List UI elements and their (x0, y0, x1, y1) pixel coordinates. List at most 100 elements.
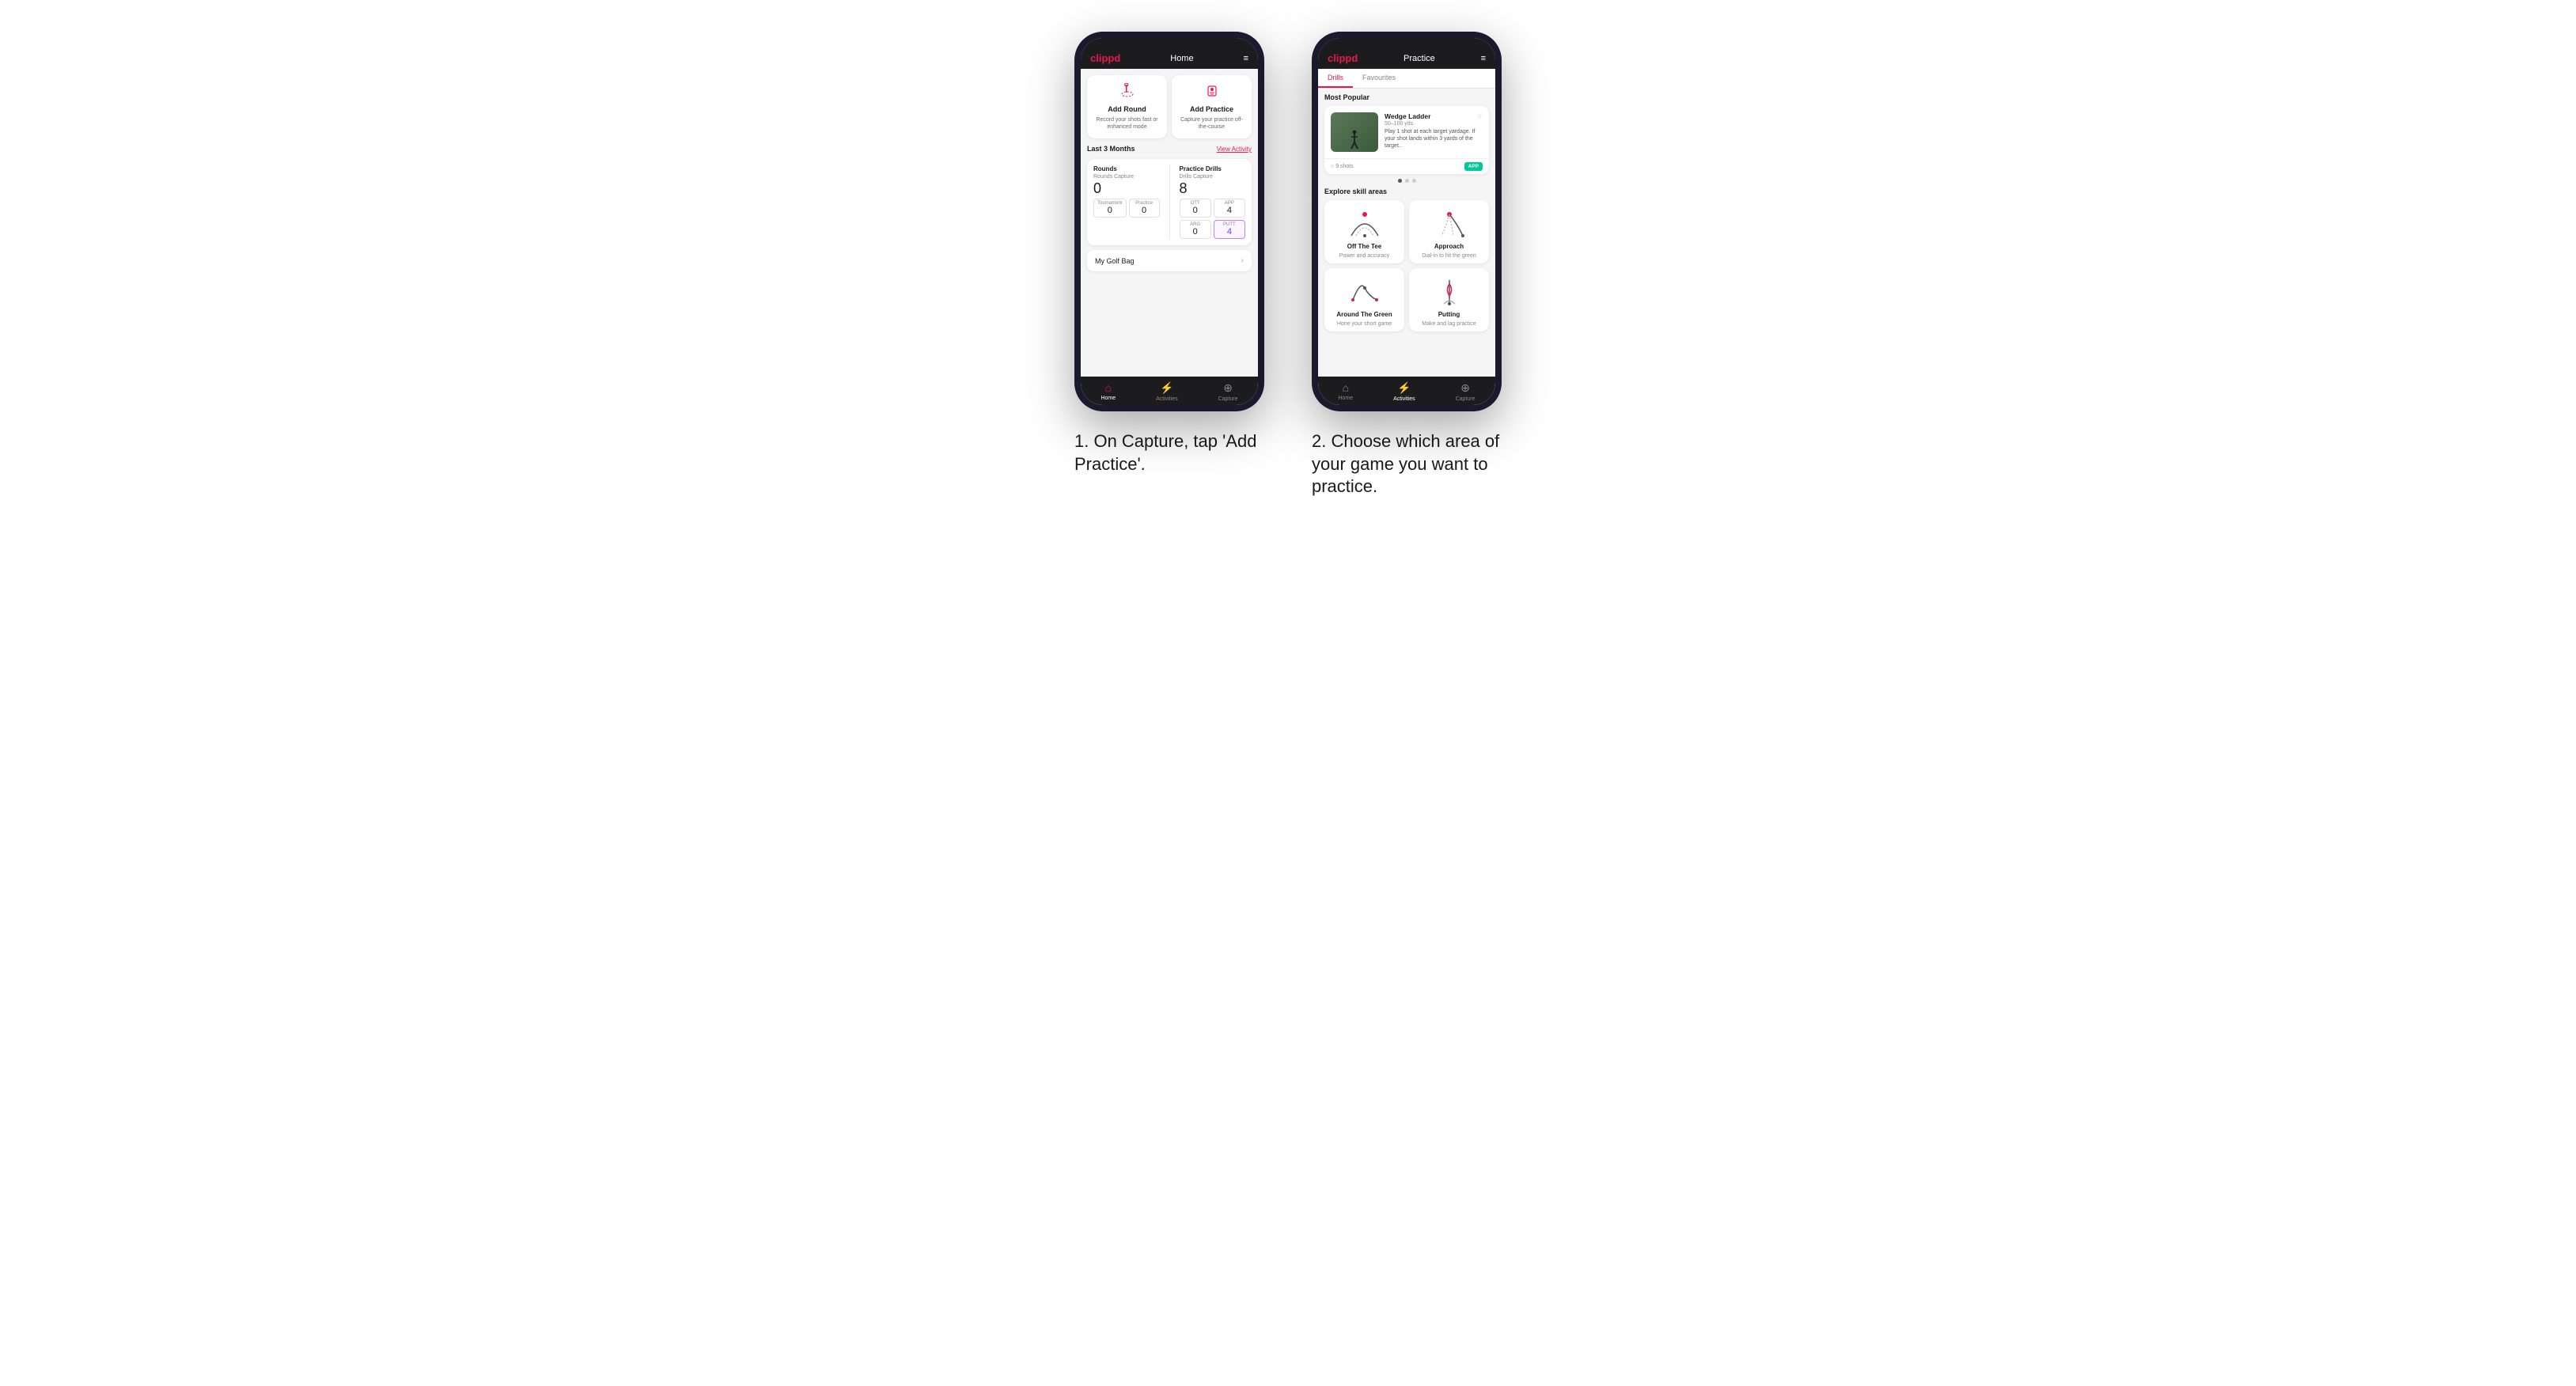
featured-title: Wedge Ladder (1385, 112, 1430, 120)
drills-capture-label: Drills Capture (1180, 174, 1246, 180)
nav-home-1[interactable]: ⌂ Home (1100, 381, 1116, 402)
add-round-icon (1119, 83, 1135, 102)
approach-icon-area (1430, 208, 1469, 240)
putting-subtitle: Make and lag practice (1422, 321, 1476, 327)
phone2-frame: clippd Practice ≡ Drills Favourites Most… (1312, 32, 1502, 411)
tab-favourites[interactable]: Favourites (1353, 69, 1405, 88)
capture-label-1: Capture (1218, 396, 1238, 402)
home-icon-2: ⌂ (1343, 381, 1349, 394)
featured-star-icon: ☆ (1476, 112, 1483, 121)
app-box: APP 4 (1214, 199, 1245, 218)
add-practice-icon (1204, 83, 1220, 102)
arg-box: ARG 0 (1180, 220, 1211, 239)
activities-label-2: Activities (1393, 396, 1415, 402)
golf-bag-label: My Golf Bag (1095, 257, 1135, 265)
practice-content: Most Popular (1318, 89, 1495, 377)
rounds-col: Rounds Rounds Capture 0 Tournament 0 (1093, 165, 1160, 239)
action-cards: Add Round Record your shots fast or enha… (1087, 75, 1252, 138)
ott-value: 0 (1184, 206, 1207, 215)
phone2-section: clippd Practice ≡ Drills Favourites Most… (1312, 32, 1502, 498)
explore-title: Explore skill areas (1324, 187, 1489, 195)
featured-title-row: Wedge Ladder ☆ (1385, 112, 1483, 121)
featured-desc: Play 1 shot at each target yardage. If y… (1385, 128, 1483, 150)
tournament-box: Tournament 0 (1093, 199, 1127, 218)
tab-drills[interactable]: Drills (1318, 69, 1353, 88)
featured-card[interactable]: Wedge Ladder ☆ 50–100 yds Play 1 shot at… (1324, 106, 1489, 174)
rounds-capture-label: Rounds Capture (1093, 174, 1160, 180)
activities-label-1: Activities (1156, 396, 1178, 402)
dot-3 (1412, 179, 1416, 183)
activities-icon-1: ⚡ (1160, 381, 1173, 395)
status-bar-1 (1081, 38, 1258, 47)
rounds-title: Rounds (1093, 165, 1160, 172)
featured-badge: APP (1464, 162, 1483, 171)
off-the-tee-icon-area (1345, 208, 1385, 240)
nav-activities-2[interactable]: ⚡ Activities (1393, 381, 1415, 402)
app-header-2: clippd Practice ≡ (1318, 47, 1495, 69)
add-practice-subtitle: Capture your practice off-the-course (1176, 116, 1247, 131)
view-activity-link[interactable]: View Activity (1217, 146, 1252, 153)
putt-box: PUTT 4 (1214, 220, 1245, 239)
practice-drills-col: Practice Drills Drills Capture 8 OTT 0 (1180, 165, 1246, 239)
skill-around-green[interactable]: Around The Green Hone your short game (1324, 268, 1404, 331)
dot-1 (1398, 179, 1402, 183)
skill-putting[interactable]: Putting Make and lag practice (1409, 268, 1489, 331)
skill-off-the-tee[interactable]: Off The Tee Power and accuracy (1324, 200, 1404, 263)
app-logo-1: clippd (1090, 52, 1120, 64)
bottom-nav-1: ⌂ Home ⚡ Activities ⊕ Capture (1081, 377, 1258, 405)
arg-value: 0 (1184, 227, 1207, 237)
add-round-card[interactable]: Add Round Record your shots fast or enha… (1087, 75, 1167, 138)
phone1-frame: clippd Home ≡ (1074, 32, 1264, 411)
home-label-1: Home (1100, 396, 1116, 401)
capture-icon-2: ⊕ (1460, 381, 1470, 395)
around-green-icon-area (1345, 276, 1385, 308)
app-header-title-2: Practice (1404, 54, 1435, 63)
approach-subtitle: Dial-in to hit the green (1422, 253, 1476, 259)
caption-2: 2. Choose which area of your game you wa… (1312, 430, 1502, 498)
around-green-subtitle: Hone your short game (1337, 321, 1392, 327)
dot-2 (1405, 179, 1409, 183)
activities-icon-2: ⚡ (1397, 381, 1411, 395)
approach-title: Approach (1434, 243, 1464, 250)
home-label-2: Home (1338, 396, 1353, 401)
hamburger-icon-2[interactable]: ≡ (1481, 54, 1486, 63)
putt-value: 4 (1218, 227, 1241, 237)
drills-sub-grid: OTT 0 APP 4 ARG 0 (1180, 199, 1246, 239)
capture-label-2: Capture (1456, 396, 1476, 402)
putting-icon-area (1430, 276, 1469, 308)
around-green-title: Around The Green (1336, 311, 1392, 318)
bottom-nav-2: ⌂ Home ⚡ Activities ⊕ Capture (1318, 377, 1495, 405)
practice-value: 0 (1133, 206, 1156, 215)
app-logo-2: clippd (1328, 52, 1358, 64)
stats-row: Rounds Rounds Capture 0 Tournament 0 (1093, 165, 1245, 239)
status-bar-2 (1318, 38, 1495, 47)
off-the-tee-subtitle: Power and accuracy (1339, 253, 1389, 259)
rounds-total: 0 (1093, 181, 1160, 195)
capture-icon-1: ⊕ (1223, 381, 1233, 395)
add-practice-title: Add Practice (1190, 105, 1233, 113)
featured-yards: 50–100 yds (1385, 121, 1483, 127)
featured-info: Wedge Ladder ☆ 50–100 yds Play 1 shot at… (1385, 112, 1483, 152)
app-value: 4 (1218, 206, 1241, 215)
tournament-value: 0 (1097, 206, 1123, 215)
phones-container: clippd Home ≡ (1074, 32, 1502, 498)
nav-home-2[interactable]: ⌂ Home (1338, 381, 1353, 402)
skill-approach[interactable]: Approach Dial-in to hit the green (1409, 200, 1489, 263)
ott-box: OTT 0 (1180, 199, 1211, 218)
stats-card: Rounds Rounds Capture 0 Tournament 0 (1087, 159, 1252, 245)
nav-activities-1[interactable]: ⚡ Activities (1156, 381, 1178, 402)
home-icon-1: ⌂ (1105, 381, 1112, 394)
phone1-section: clippd Home ≡ (1074, 32, 1264, 475)
practice-box: Practice 0 (1129, 199, 1160, 218)
add-practice-card[interactable]: Add Practice Capture your practice off-t… (1172, 75, 1252, 138)
nav-capture-2[interactable]: ⊕ Capture (1456, 381, 1476, 402)
off-the-tee-title: Off The Tee (1347, 243, 1381, 250)
nav-capture-1[interactable]: ⊕ Capture (1218, 381, 1238, 402)
phone2-screen: clippd Practice ≡ Drills Favourites Most… (1318, 38, 1495, 405)
phone1-screen: clippd Home ≡ (1081, 38, 1258, 405)
clock-icon: ○ (1331, 164, 1334, 169)
featured-card-content: Wedge Ladder ☆ 50–100 yds Play 1 shot at… (1324, 106, 1489, 158)
hamburger-icon-1[interactable]: ≡ (1244, 54, 1248, 63)
add-round-subtitle: Record your shots fast or enhanced mode (1092, 116, 1162, 131)
golf-bag-row[interactable]: My Golf Bag › (1087, 250, 1252, 271)
